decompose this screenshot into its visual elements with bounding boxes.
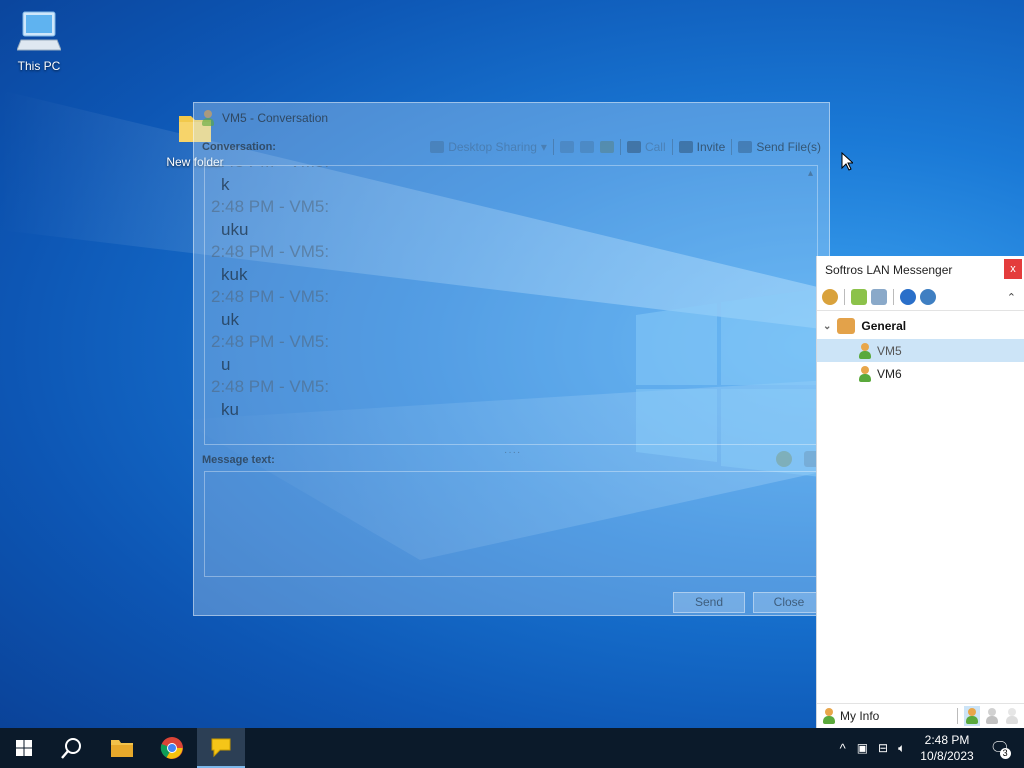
chrome-button[interactable] [148,728,196,768]
notification-count: 3 [999,748,1011,759]
folder-icon [111,740,133,757]
contact-name: VM6 [877,366,902,381]
notifications-button[interactable]: 🗨︎ 3 [984,738,1024,759]
message-list: 2:48 PM - VM5: k 2:48 PM - VM5: uku 2:48… [205,166,329,421]
chevron-down-icon: ▾ [540,140,547,154]
chat-bubble-icon [211,738,231,758]
copy-icon[interactable] [579,141,594,153]
search-button[interactable] [48,728,96,768]
conversation-window[interactable]: VM5 - Conversation Conversation: Desktop… [193,102,830,616]
message-text: kuk [221,265,248,284]
contact-vm6[interactable]: VM6 [817,362,1024,385]
file-explorer-button[interactable] [98,728,146,768]
message-text: uk [221,310,239,329]
send-file-icon [738,141,753,153]
start-button[interactable] [0,728,48,768]
message-header: 2:48 PM - VM5: [211,197,330,216]
chevron-down-icon[interactable]: ⌄ [823,321,831,332]
open-folder-icon[interactable] [851,289,867,305]
user-icon [202,110,214,126]
windows-logo-icon [16,740,32,756]
user-icon [859,342,871,359]
history-icon[interactable] [871,289,887,305]
clock-time: 2:48 PM [924,733,970,747]
invite-icon [678,141,693,153]
message-text: ku [221,400,239,419]
network-status-icon[interactable]: ▣ [852,741,873,755]
message-header: 2:48 PM - VM5: [211,287,330,306]
list-item: 2:48 PM - VM5: k [205,166,329,196]
close-button[interactable]: Close [753,592,825,613]
group-label: General [861,319,907,333]
group-icon [837,318,856,334]
send-button[interactable]: Send [673,592,745,613]
list-item: 2:48 PM - VM5: u [205,331,329,376]
messenger-status-bar: My Info [817,703,1024,728]
messenger-title: Softros LAN Messenger [825,263,953,277]
conversation-label: Conversation: [202,141,276,153]
desktop-icon-this-pc[interactable]: This PC [1,10,77,73]
settings-icon[interactable] [822,289,838,305]
contact-name: VM5 [877,343,902,358]
list-item: 2:48 PM - VM5: uku [205,196,329,241]
help-icon[interactable] [900,289,916,305]
call-button[interactable]: Call [626,140,666,154]
clock[interactable]: 2:48 PM 10/8/2023 [910,732,983,764]
mouse-cursor-icon [841,152,853,171]
message-text: k [221,175,230,194]
message-text: uku [221,220,249,239]
chrome-icon [160,737,183,759]
message-header: 2:48 PM - VM5: [211,332,330,351]
user-icon [859,365,871,382]
history-icon[interactable] [559,141,574,153]
message-text-label: Message text: [202,454,275,466]
message-header: 2:48 PM - VM5: [211,242,330,261]
list-item: 2:48 PM - VM5: ku [205,376,329,421]
monitor-icon [430,141,445,153]
message-header: 2:48 PM - VM5: [211,377,330,396]
clock-date: 10/8/2023 [920,749,974,763]
emoji-icon[interactable] [776,451,792,467]
my-info-button[interactable]: My Info [823,708,879,724]
contact-vm5[interactable]: VM5 [817,339,1024,362]
computer-icon [16,11,62,51]
info-icon[interactable] [920,289,936,305]
desktop-sharing-button[interactable]: Desktop Sharing ▾ [430,140,547,154]
chevron-up-icon[interactable]: ^ [834,741,852,756]
status-away-icon[interactable] [984,706,1000,726]
window-title: VM5 - Conversation [222,111,329,125]
list-item: 2:48 PM - VM5: kuk [205,241,329,286]
list-item: 2:48 PM - VM5: uk [205,286,329,331]
settings-icon[interactable] [599,141,614,153]
message-header: 2:48 PM - VM5: [211,166,329,173]
taskbar: ^ ▣ ⊟ 🔈︎ 2:48 PM 10/8/2023 🗨︎ 3 [0,728,1024,768]
group-general[interactable]: ⌄ General [817,313,1024,339]
system-tray: ^ ▣ ⊟ 🔈︎ 2:48 PM 10/8/2023 🗨︎ 3 [834,728,1024,768]
status-online-icon[interactable] [964,706,980,726]
desktop-icon-label: This PC [17,59,61,73]
camera-icon [626,141,641,153]
splitter-handle[interactable]: ···· [504,447,521,458]
status-offline-icon[interactable] [1004,706,1024,726]
volume-muted-icon[interactable]: 🔈︎ [893,741,910,756]
conversation-history[interactable]: 2:48 PM - VM5: k 2:48 PM - VM5: uku 2:48… [204,165,818,445]
invite-button[interactable]: Invite [678,140,725,154]
send-files-button[interactable]: Send File(s) [738,140,821,154]
scroll-up-icon[interactable]: ▴ [808,168,813,179]
network-icon[interactable]: ⊟ [873,741,893,755]
messenger-title-bar: Softros LAN Messenger [817,256,1024,284]
search-icon [61,738,81,759]
close-icon[interactable]: x [1004,259,1022,279]
message-input[interactable] [204,471,818,577]
user-icon [823,708,835,724]
window-title-bar[interactable]: VM5 - Conversation [202,110,328,126]
collapse-icon[interactable]: ⌃ [1007,291,1016,304]
conversation-toolbar: Desktop Sharing ▾ Call Invite Send File(… [430,139,821,155]
messenger-toolbar: ⌃ [817,284,1024,311]
messenger-panel: Softros LAN Messenger x ⌃ ⌄ General VM5 … [816,256,1024,728]
message-text: u [221,355,231,374]
softros-messenger-button[interactable] [197,728,245,768]
